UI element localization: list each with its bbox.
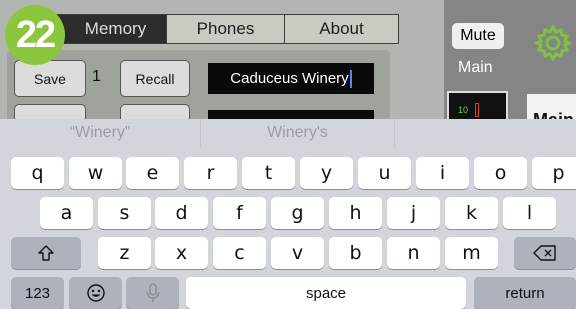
key-f[interactable]: f [213, 197, 266, 229]
shift-key[interactable] [11, 237, 81, 269]
key-z[interactable]: z [98, 237, 151, 269]
key-v[interactable]: v [271, 237, 324, 269]
text-caret [349, 69, 352, 88]
on-screen-keyboard: “Winery” Winery's q w e r t y u i o p a … [0, 119, 576, 309]
suggestion-2[interactable]: Winery's [201, 119, 394, 147]
app-area: Memory Phones About Save 1 Recall Caduce… [0, 0, 576, 119]
return-key[interactable]: return [474, 277, 576, 309]
key-y[interactable]: y [300, 157, 353, 189]
gear-icon[interactable] [534, 24, 572, 62]
key-o[interactable]: o [474, 157, 527, 189]
memory-name-input-2[interactable] [208, 110, 374, 119]
tab-about[interactable]: About [284, 14, 399, 44]
key-t[interactable]: t [242, 157, 295, 189]
step-badge: 22 [5, 5, 65, 65]
backspace-icon [533, 245, 556, 261]
suggestion-bar: “Winery” Winery's [0, 119, 576, 147]
key-l[interactable]: l [503, 197, 556, 229]
key-r[interactable]: r [184, 157, 237, 189]
key-a[interactable]: a [40, 197, 93, 229]
backspace-key[interactable] [514, 237, 576, 269]
suggestion-1[interactable]: “Winery” [0, 119, 200, 147]
memory-name-value: Caduceus Winery [230, 70, 349, 87]
space-key[interactable]: space [186, 277, 466, 309]
key-b[interactable]: b [329, 237, 382, 269]
level-bar [475, 103, 479, 117]
key-e[interactable]: e [126, 157, 179, 189]
tab-phones[interactable]: Phones [166, 14, 284, 44]
main-channel-label: Main [533, 110, 574, 119]
key-w[interactable]: w [69, 157, 122, 189]
recall-button-2[interactable] [120, 104, 190, 119]
mute-button[interactable]: Mute [452, 23, 504, 49]
key-i[interactable]: i [416, 157, 469, 189]
key-c[interactable]: c [213, 237, 266, 269]
key-g[interactable]: g [271, 197, 324, 229]
key-n[interactable]: n [387, 237, 440, 269]
memory-slot-number: 1 [92, 68, 101, 85]
tab-memory[interactable]: Memory [56, 14, 166, 44]
dictation-key[interactable] [126, 277, 179, 309]
level-number: 10 [458, 105, 469, 115]
emoji-key[interactable] [69, 277, 122, 309]
key-s[interactable]: s [98, 197, 151, 229]
key-d[interactable]: d [155, 197, 208, 229]
key-p[interactable]: p [532, 157, 576, 189]
key-m[interactable]: m [445, 237, 498, 269]
key-u[interactable]: u [358, 157, 411, 189]
key-k[interactable]: k [445, 197, 498, 229]
suggestion-3[interactable] [395, 119, 576, 147]
microphone-icon [146, 283, 159, 302]
key-q[interactable]: q [11, 157, 64, 189]
numbers-key[interactable]: 123 [11, 277, 64, 309]
memory-name-input[interactable]: Caduceus Winery [208, 63, 374, 94]
save-button[interactable]: Save [14, 60, 86, 97]
main-label: Main [458, 59, 493, 76]
emoji-icon [86, 284, 105, 302]
recall-button[interactable]: Recall [120, 60, 190, 97]
key-x[interactable]: x [155, 237, 208, 269]
key-h[interactable]: h [329, 197, 382, 229]
key-j[interactable]: j [387, 197, 440, 229]
shift-icon [38, 245, 54, 261]
save-button-2[interactable] [14, 104, 86, 119]
